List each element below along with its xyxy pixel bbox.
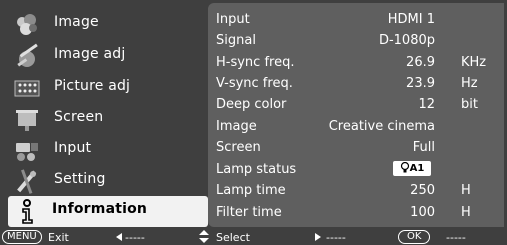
info-unit: H xyxy=(461,205,471,220)
image-adjust-icon xyxy=(17,43,38,67)
info-unit: Hz xyxy=(461,76,478,91)
image-icon xyxy=(17,14,37,35)
info-row-hsync: H-sync freq. 26.9 KHz xyxy=(208,53,504,73)
info-label: Image xyxy=(216,119,257,134)
info-value: D-1080p xyxy=(378,33,435,48)
up-down-arrow-icon xyxy=(199,230,209,243)
menu-key-badge: MENU xyxy=(2,230,42,244)
ok-key-badge: OK xyxy=(398,230,431,244)
information-panel: Input HDMI 1 Signal D-1080p H-sync freq.… xyxy=(208,3,504,227)
info-label: Lamp time xyxy=(216,183,286,198)
menu-item-input[interactable]: Input xyxy=(3,135,208,166)
setting-icon xyxy=(17,169,37,194)
info-value: 23.9 xyxy=(406,76,435,91)
exit-label: Exit xyxy=(48,231,69,244)
info-label: Input xyxy=(216,12,250,27)
info-unit: H xyxy=(461,183,471,198)
info-row-lamp-time: Lamp time 250 H xyxy=(208,181,504,201)
info-value: HDMI 1 xyxy=(387,12,435,27)
input-icon xyxy=(16,143,38,161)
info-value: 100 xyxy=(410,205,435,220)
information-icon xyxy=(22,199,33,224)
info-row-screen: Screen Full xyxy=(208,138,504,158)
footer-guide-bar: MENU Exit ----- Select ----- OK ----- xyxy=(0,229,507,245)
menu-item-label: Input xyxy=(54,140,92,156)
menu-item-label: Screen xyxy=(54,109,104,125)
info-label: Deep color xyxy=(216,97,287,112)
menu-item-label: Picture adj xyxy=(54,78,131,94)
info-unit: bit xyxy=(461,97,478,112)
info-label: Filter time xyxy=(216,205,282,220)
info-row-deep-color: Deep color 12 bit xyxy=(208,95,504,115)
ok-dashes: ----- xyxy=(446,231,466,244)
info-row-input: Input HDMI 1 xyxy=(208,10,504,30)
info-unit: KHz xyxy=(461,55,487,70)
menu-item-image[interactable]: Image xyxy=(3,9,208,40)
info-row-signal: Signal D-1080p xyxy=(208,31,504,51)
info-label: Lamp status xyxy=(216,162,297,177)
menu-item-image-adj[interactable]: Image adj xyxy=(3,41,208,72)
info-value: 250 xyxy=(410,183,435,198)
menu-item-label: Information xyxy=(52,201,148,217)
menu-item-information[interactable]: Information xyxy=(8,196,208,227)
menu-item-picture-adj[interactable]: Picture adj xyxy=(3,73,208,104)
menu-item-screen[interactable]: Screen xyxy=(3,104,208,135)
left-arrow-icon xyxy=(116,233,122,241)
left-dashes: ----- xyxy=(125,231,145,244)
picture-adjust-icon xyxy=(14,80,40,97)
menu-item-label: Image adj xyxy=(54,46,126,62)
info-value: 26.9 xyxy=(406,55,435,70)
main-menu: Image Image adj Picture adj Screen Input… xyxy=(3,3,208,227)
screen-icon xyxy=(16,110,38,131)
info-value: 12 xyxy=(418,97,435,112)
info-row-filter-time: Filter time 100 H xyxy=(208,203,504,223)
lamp-icon xyxy=(400,161,409,173)
info-row-image: Image Creative cinema xyxy=(208,117,504,137)
select-label: Select xyxy=(216,231,250,244)
menu-item-label: Image xyxy=(54,14,99,30)
info-value: Creative cinema xyxy=(328,119,435,134)
lamp-status-value: A1 xyxy=(409,163,425,174)
menu-item-setting[interactable]: Setting xyxy=(3,166,208,197)
osd-screen: Image Image adj Picture adj Screen Input… xyxy=(0,0,507,245)
lamp-status-badge: A1 xyxy=(393,161,431,176)
right-dashes: ----- xyxy=(326,231,346,244)
info-label: Signal xyxy=(216,33,256,48)
info-label: H-sync freq. xyxy=(216,55,295,70)
info-label: Screen xyxy=(216,140,261,155)
menu-item-label: Setting xyxy=(54,171,106,187)
info-row-lamp-status: Lamp status A1 xyxy=(208,160,504,180)
info-value: Full xyxy=(412,140,435,155)
info-row-vsync: V-sync freq. 23.9 Hz xyxy=(208,74,504,94)
info-label: V-sync freq. xyxy=(216,76,293,91)
right-arrow-icon xyxy=(315,233,321,241)
